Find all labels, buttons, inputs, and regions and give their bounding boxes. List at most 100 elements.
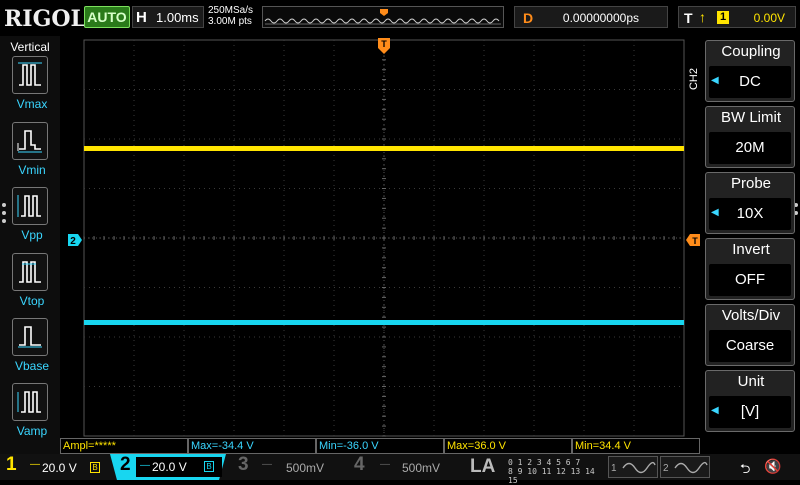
vpp-icon <box>12 187 48 225</box>
trigger-pos-label: T <box>381 39 387 49</box>
generator-number: 1 <box>611 463 617 474</box>
menu-title: Coupling <box>721 43 781 60</box>
measure-label: Vmax <box>16 97 48 111</box>
top-status-bar: RIGOL AUTO H 1.00ms 250MSa/s 3.00M pts D… <box>0 0 800 36</box>
generator-1-tab[interactable]: 1 <box>608 456 658 478</box>
trigger-source: 1 <box>717 11 729 24</box>
page-dot <box>2 203 6 207</box>
trigger-box[interactable]: T ↑ 1 0.00V <box>678 6 796 28</box>
dc-coupling-icon: — <box>380 459 390 470</box>
measurement-result[interactable]: Max=-34.4 V <box>188 438 316 454</box>
horizontal-timebase[interactable]: H 1.00ms <box>132 6 204 28</box>
measure-category-title: Vertical <box>10 40 50 54</box>
menu-value: [V] <box>740 403 760 420</box>
rising-edge-icon: ↑ <box>699 9 706 25</box>
dc-coupling-icon: — <box>140 460 150 471</box>
menu-value-box: OFF <box>709 264 791 296</box>
measurement-result[interactable]: Min=34.4 V <box>572 438 700 454</box>
trigger-level-marker[interactable]: T <box>686 233 700 246</box>
channel-number: 2 <box>120 454 131 475</box>
graticule <box>83 39 685 437</box>
measure-item-vpp[interactable]: Vpp <box>12 187 52 242</box>
menu-coupling[interactable]: Coupling ◀ DC <box>705 40 795 102</box>
measure-label: Vmin <box>18 163 46 177</box>
menu-value: DC <box>739 73 761 90</box>
menu-invert[interactable]: Invert OFF <box>705 238 795 300</box>
measure-label: Vamp <box>16 424 48 438</box>
menu-probe[interactable]: Probe ◀ 10X <box>705 172 795 234</box>
channel-scale: 20.0 V <box>152 460 187 474</box>
vamp-icon <box>12 383 48 421</box>
menu-value: 10X <box>736 205 764 222</box>
menu-channel-label: CH2 <box>688 68 700 91</box>
trigger-label: T <box>684 10 693 26</box>
la-label: LA <box>470 456 496 477</box>
channel-scale: 20.0 V <box>42 461 77 475</box>
trigger-level: 0.00V <box>753 11 785 25</box>
measurement-results-bar: Ampl=***** Max=-34.4 V Min=-36.0 V Max=3… <box>60 438 700 454</box>
measurement-result[interactable]: Min=-36.0 V <box>316 438 444 454</box>
vmin-icon <box>12 122 48 160</box>
channel-number: 3 <box>238 454 249 475</box>
measurement-result[interactable]: Max=36.0 V <box>444 438 572 454</box>
measure-item-vmax[interactable]: Vmax <box>12 56 52 111</box>
menu-value-box: 20M <box>709 132 791 164</box>
run-status-button[interactable]: AUTO <box>84 6 130 28</box>
speaker-muted-icon[interactable]: 🔇 <box>764 458 781 475</box>
trigger-level-label: T <box>692 236 698 246</box>
menu-value: 20M <box>735 139 765 156</box>
measure-label: Vtop <box>19 294 45 308</box>
memory-depth: 3.00M pts <box>208 16 252 27</box>
sample-rate: 250MSa/s <box>208 5 254 16</box>
usb-icon: ⮌ <box>740 461 751 476</box>
measure-label: Vbase <box>14 359 50 373</box>
menu-title: Probe <box>730 175 772 192</box>
menu-volts-div[interactable]: Volts/Div Coarse <box>705 304 795 366</box>
la-digits-row: 0 1 2 3 4 5 6 7 <box>508 458 581 467</box>
ch2-offset-marker[interactable]: 2 <box>68 233 82 247</box>
menu-value-box: ◀ DC <box>709 66 791 98</box>
menu-value-box: ◀ 10X <box>709 198 791 230</box>
overview-wave-icon <box>264 9 501 25</box>
channel-1-trace <box>84 146 684 151</box>
menu-value: OFF <box>735 271 765 288</box>
trigger-position-marker[interactable]: T <box>378 38 390 56</box>
generator-number: 2 <box>663 463 669 474</box>
measure-item-vtop[interactable]: Vtop <box>12 253 52 308</box>
vtop-icon <box>12 253 48 291</box>
measure-item-vbase[interactable]: Vbase <box>12 318 52 373</box>
horizontal-label: H <box>136 9 147 26</box>
waveform-display[interactable] <box>60 36 700 438</box>
measure-item-vmin[interactable]: Vmin <box>12 122 52 177</box>
delay-label: D <box>523 10 534 26</box>
dc-coupling-icon: — <box>30 459 40 470</box>
channel-3-tab[interactable]: 3 — 500mV <box>232 454 344 478</box>
menu-title: Volts/Div <box>721 307 781 324</box>
sine-wave-icon <box>674 461 708 474</box>
channel-4-tab[interactable]: 4 — 500mV <box>350 454 462 478</box>
timebase-value: 1.00ms <box>156 10 199 25</box>
channel-2-value-box: — 20.0 V B <box>136 457 222 477</box>
channel-scale: 500mV <box>286 461 325 475</box>
delay-box[interactable]: D 0.00000000ps <box>514 6 668 28</box>
left-page-indicator <box>2 203 8 227</box>
bw-limit-icon: B <box>90 462 100 473</box>
menu-title: Invert <box>732 241 770 258</box>
channel-2-trace <box>84 320 684 325</box>
channel-scale: 500mV <box>402 461 441 475</box>
bw-limit-icon: B <box>204 461 214 472</box>
channel-status-bar: 1 — 20.0 V B 2 — 20.0 V B 3 — 500mV 4 — … <box>0 454 800 485</box>
dc-coupling-icon: — <box>262 459 272 470</box>
acquisition-info: 250MSa/s 3.00M pts <box>208 5 253 27</box>
channel-1-tab[interactable]: 1 — 20.0 V B <box>0 454 110 478</box>
measurement-result[interactable]: Ampl=***** <box>60 438 188 454</box>
generator-2-tab[interactable]: 2 <box>660 456 710 478</box>
la-channel-grid: 0 1 2 3 4 5 6 7 8 9 10 11 12 13 14 15 <box>508 458 604 485</box>
menu-value-box: Coarse <box>709 330 791 362</box>
channel-number: 4 <box>354 454 365 475</box>
measure-item-vamp[interactable]: Vamp <box>12 383 52 438</box>
menu-unit[interactable]: Unit ◀ [V] <box>705 370 795 432</box>
measure-label: Vpp <box>21 228 43 242</box>
menu-title: BW Limit <box>721 109 781 126</box>
menu-bw-limit[interactable]: BW Limit 20M <box>705 106 795 168</box>
